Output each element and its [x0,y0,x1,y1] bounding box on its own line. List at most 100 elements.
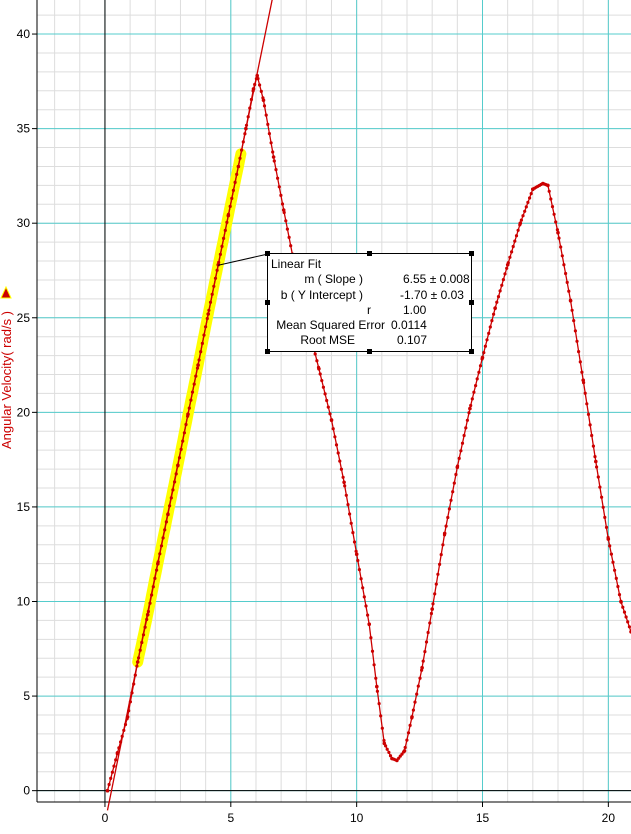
data-point [361,586,365,590]
linear-fit-annotation[interactable]: Linear Fit m ( Slope ) 6.55 ± 0.008 b ( … [267,253,472,352]
data-point [377,702,381,706]
minor-grid [37,0,631,802]
resize-handle[interactable] [265,300,270,305]
data-point [271,155,276,159]
data-point [390,756,394,761]
x-tick-label: 0 [102,811,109,825]
data-point [472,390,476,394]
data-point [439,553,443,557]
data-point [455,465,460,470]
annotation-row-slope: m ( Slope ) 6.55 ± 0.008 [268,272,471,287]
annotation-label: m ( Slope ) [304,272,363,286]
data-point [452,481,456,485]
annotation-row-r: r 1.00 [268,303,471,318]
data-point [362,595,366,599]
data-point [109,776,113,781]
y-axis-marker-icon[interactable] [0,286,12,299]
data-point [526,200,530,204]
data-point [624,615,628,619]
data-point [570,308,574,312]
x-tick-label: 20 [602,811,616,825]
data-point [382,738,386,743]
data-point [447,507,451,511]
data-point [279,193,283,197]
data-point [349,521,353,525]
data-point [359,577,363,581]
data-point [611,560,615,564]
data-point [369,636,373,640]
data-point [430,607,435,611]
plot-area[interactable]: 0 5 10 15 20 0 5 10 15 20 25 30 35 40 [0,0,631,834]
data-point [105,788,110,793]
data-point [344,493,348,497]
annotation-value: 0.107 [397,333,428,347]
data-point [114,758,118,762]
resize-handle[interactable] [469,251,474,256]
data-point [380,726,384,730]
data-point [462,433,466,438]
data-point [375,689,379,693]
data-point [590,433,594,438]
data-point [426,630,430,635]
data-point [573,329,578,333]
data-point [418,676,422,680]
y-axis-label[interactable]: Angular Velocity( rad/s ) [0,311,14,449]
data-point [284,219,288,223]
data-point [406,731,411,735]
data-point [578,360,582,364]
data-point [595,465,599,469]
data-point [549,197,553,201]
x-tick-label: 5 [227,811,234,825]
data-point [421,659,425,663]
data-point [523,209,527,213]
data-point [258,83,262,87]
tick-labels: 0 5 10 15 20 0 5 10 15 20 25 30 35 40 [17,27,616,825]
data-point [550,205,555,209]
data-point [405,738,409,742]
resize-handle[interactable] [469,300,474,305]
data-point [459,449,463,453]
resize-handle[interactable] [265,251,270,256]
y-tick-label: 25 [17,311,31,325]
annotation-value: 0.0114 [391,318,427,332]
data-point [271,150,275,154]
annotation-row-rmse: Root MSE 0.107 [268,333,471,348]
data-point [403,745,407,750]
data-point [492,312,496,316]
data-point [495,300,499,304]
data-point [598,485,602,489]
x-tick-label: 15 [476,811,490,825]
data-point [493,306,497,311]
data-point [460,441,465,445]
resize-handle[interactable] [367,349,372,354]
data-point [519,218,524,222]
data-point [564,271,568,276]
data-point [339,467,343,471]
annotation-value: 6.55 ± 0.008 [403,272,470,286]
annotation-label: Root MSE [300,333,355,347]
resize-handle[interactable] [265,349,270,354]
data-point [261,98,266,102]
data-point [485,338,489,342]
data-point [277,185,281,189]
data-point [626,620,630,624]
data-point [469,403,473,408]
data-point [264,113,268,117]
data-point [354,552,359,556]
resize-handle[interactable] [367,251,372,256]
data-point [434,582,438,586]
data-point [518,221,523,225]
data-point [547,189,551,193]
data-point [617,593,622,597]
data-point [416,684,420,688]
data-point [357,568,361,572]
data-point [444,524,448,528]
y-tick-label: 35 [17,122,31,136]
data-point [333,435,337,439]
data-point [528,196,532,200]
data-point [325,398,329,403]
data-point [601,505,605,509]
data-point [488,325,492,329]
data-point [474,384,478,388]
resize-handle[interactable] [469,349,474,354]
